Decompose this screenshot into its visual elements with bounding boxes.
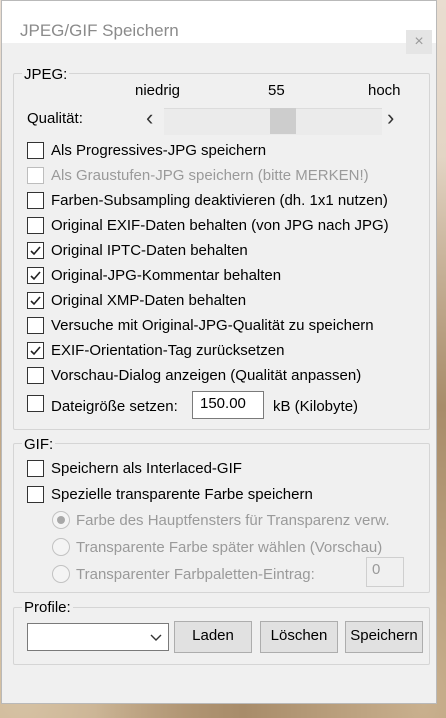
jpeg-option-checkbox[interactable] — [27, 292, 44, 309]
checkmark-icon — [30, 296, 41, 306]
jpeg-option-label[interactable]: Original XMP-Daten behalten — [51, 292, 246, 310]
jpeg-option-label[interactable]: Original-JPG-Kommentar behalten — [51, 267, 281, 285]
transparency-radio — [52, 538, 70, 556]
jpeg-option-checkbox[interactable] — [27, 267, 44, 284]
load-button[interactable]: Laden — [174, 621, 252, 653]
jpeg-option-label: Als Graustufen-JPG speichern (bitte MERK… — [51, 167, 369, 184]
jpeg-option-checkbox — [27, 167, 44, 184]
slider-right-arrow-icon[interactable]: › — [387, 107, 394, 129]
checkmark-icon — [30, 346, 41, 356]
quality-scale-low: niedrig — [135, 82, 181, 99]
transparency-radio-label: Transparente Farbe später wählen (Vorsch… — [76, 539, 383, 556]
jpeg-option-label[interactable]: Vorschau-Dialog anzeigen (Qualität anpas… — [51, 367, 361, 385]
palette-index-input[interactable]: 0 — [366, 557, 404, 587]
jpeg-option-checkbox[interactable] — [27, 142, 44, 159]
gif-option-label[interactable]: Speichern als Interlaced-GIF — [51, 460, 242, 478]
transparency-radio — [52, 565, 70, 583]
jpeg-option-checkbox[interactable] — [27, 217, 44, 234]
chevron-down-icon — [150, 634, 162, 641]
checkmark-icon — [30, 271, 41, 281]
jpeg-option-label[interactable]: Als Progressives-JPG speichern — [51, 142, 266, 160]
gif-option-label[interactable]: Spezielle transparente Farbe speichern — [51, 486, 313, 504]
slider-thumb[interactable] — [269, 108, 296, 134]
quality-scale-value: 55 — [268, 82, 285, 99]
filesize-label: Dateigröße setzen: — [51, 398, 178, 415]
gif-option-checkbox[interactable] — [27, 486, 44, 503]
jpeg-option-checkbox[interactable] — [27, 342, 44, 359]
filesize-checkbox[interactable] — [27, 395, 44, 412]
dialog-window: JPEG/GIF Speichern × JPEG: niedrig 55 ho… — [1, 0, 437, 704]
transparency-radio — [52, 511, 70, 529]
jpeg-option-label[interactable]: Original EXIF-Daten behalten (von JPG na… — [51, 217, 389, 235]
jpeg-option-label[interactable]: Original IPTC-Daten behalten — [51, 242, 248, 260]
transparency-radio-label: Farbe des Hauptfensters für Transparenz … — [76, 512, 390, 529]
jpeg-option-checkbox[interactable] — [27, 242, 44, 259]
quality-label: Qualität: — [27, 110, 83, 127]
filesize-input[interactable]: 150.00 — [192, 391, 264, 419]
jpeg-option-label[interactable]: Versuche mit Original-JPG-Qualität zu sp… — [51, 317, 374, 335]
window-title: JPEG/GIF Speichern — [20, 21, 179, 40]
gif-option-checkbox[interactable] — [27, 460, 44, 477]
jpeg-option-label[interactable]: EXIF-Orientation-Tag zurücksetzen — [51, 342, 284, 360]
gif-group-label: GIF: — [22, 436, 56, 454]
title-bar: JPEG/GIF Speichern × — [2, 1, 436, 54]
slider-left-arrow-icon[interactable]: ‹ — [146, 107, 153, 129]
jpeg-option-label[interactable]: Farben-Subsampling deaktivieren (dh. 1x1… — [51, 192, 388, 210]
quality-scale-high: hoch — [368, 82, 401, 99]
radio-dot-icon — [57, 516, 65, 524]
jpeg-option-checkbox[interactable] — [27, 192, 44, 209]
profile-select[interactable] — [27, 623, 169, 651]
profile-group-label: Profile: — [22, 599, 73, 617]
jpeg-option-checkbox[interactable] — [27, 367, 44, 384]
quality-slider[interactable]: ‹ › — [142, 104, 404, 135]
close-button[interactable]: × — [406, 30, 432, 54]
transparency-radio-label: Transparenter Farbpaletten-Eintrag: — [76, 566, 315, 583]
save-button[interactable]: Speichern — [345, 621, 423, 653]
close-icon: × — [414, 33, 424, 50]
checkmark-icon — [30, 246, 41, 256]
jpeg-option-checkbox[interactable] — [27, 317, 44, 334]
jpeg-group-label: JPEG: — [22, 66, 70, 84]
filesize-unit: kB (Kilobyte) — [273, 398, 359, 415]
delete-button[interactable]: Löschen — [260, 621, 338, 653]
